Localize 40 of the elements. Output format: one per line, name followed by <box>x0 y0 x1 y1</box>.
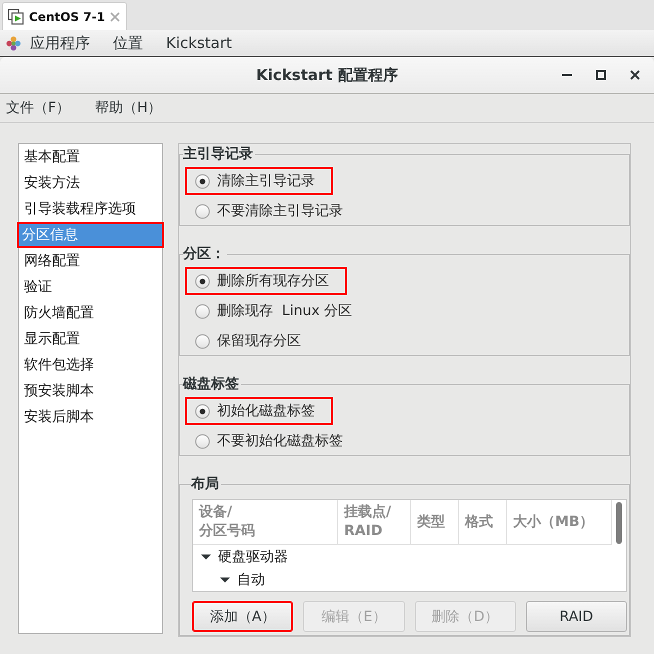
sidebar-item[interactable]: 防火墙配置 <box>19 300 162 326</box>
menu-item[interactable]: 帮助（H） <box>95 99 162 117</box>
section-title: 分区： <box>183 246 226 262</box>
dialog-button[interactable]: RAID <box>526 601 627 632</box>
radio-option[interactable]: 清除主引导记录 <box>185 167 333 195</box>
radio-option[interactable]: 初始化磁盘标签 <box>185 397 333 425</box>
radio-option[interactable]: 删除所有现存分区 <box>185 267 347 295</box>
section-title: 磁盘标签 <box>183 376 240 392</box>
radio-option[interactable]: 保留现存分区 <box>185 327 319 355</box>
maximize-icon <box>596 70 606 80</box>
sidebar-item[interactable]: 显示配置 <box>19 326 162 352</box>
sidebar-item[interactable]: 安装方法 <box>19 170 162 196</box>
section-title: 主引导记录 <box>183 146 254 162</box>
triangle-icon[interactable] <box>201 552 211 562</box>
flower-icon[interactable] <box>6 36 21 50</box>
radio-option[interactable]: 不要初始化磁盘标签 <box>185 427 361 455</box>
play-window-icon <box>8 8 24 24</box>
top-menu[interactable]: 位置 <box>113 34 143 52</box>
triangle-icon[interactable] <box>220 574 230 584</box>
tree-row[interactable]: 自动 <box>193 568 612 591</box>
window-title: Kickstart 配置程序 <box>256 66 398 84</box>
sidebar-item[interactable]: 安装后脚本 <box>19 404 162 430</box>
menu-item[interactable]: 文件（F） <box>6 99 70 117</box>
sidebar-item[interactable]: 基本配置 <box>19 144 162 170</box>
section-title: 布局 <box>191 476 220 492</box>
sidebar-item[interactable]: 验证 <box>19 274 162 300</box>
sidebar-item[interactable]: 预安装脚本 <box>19 378 162 404</box>
radio-option[interactable]: 删除现存 Linux 分区 <box>185 297 370 325</box>
scrollbar-thumb[interactable] <box>616 502 622 544</box>
sidebar-item[interactable]: 网络配置 <box>19 248 162 274</box>
sidebar-item[interactable]: 引导装载程序选项 <box>19 196 162 222</box>
top-menu[interactable]: 应用程序 <box>30 34 90 52</box>
close-icon <box>630 70 640 80</box>
top-menu[interactable]: Kickstart <box>166 34 232 52</box>
sidebar-item[interactable]: 软件包选择 <box>19 352 162 378</box>
radio-option[interactable]: 不要清除主引导记录 <box>185 197 361 225</box>
dialog-button[interactable]: 添加（A） <box>192 601 294 632</box>
tree-row[interactable]: 硬盘驱动器 <box>193 545 612 568</box>
vm-tab[interactable]: CentOS 7-1 <box>2 2 127 30</box>
minimize-icon <box>562 74 572 76</box>
